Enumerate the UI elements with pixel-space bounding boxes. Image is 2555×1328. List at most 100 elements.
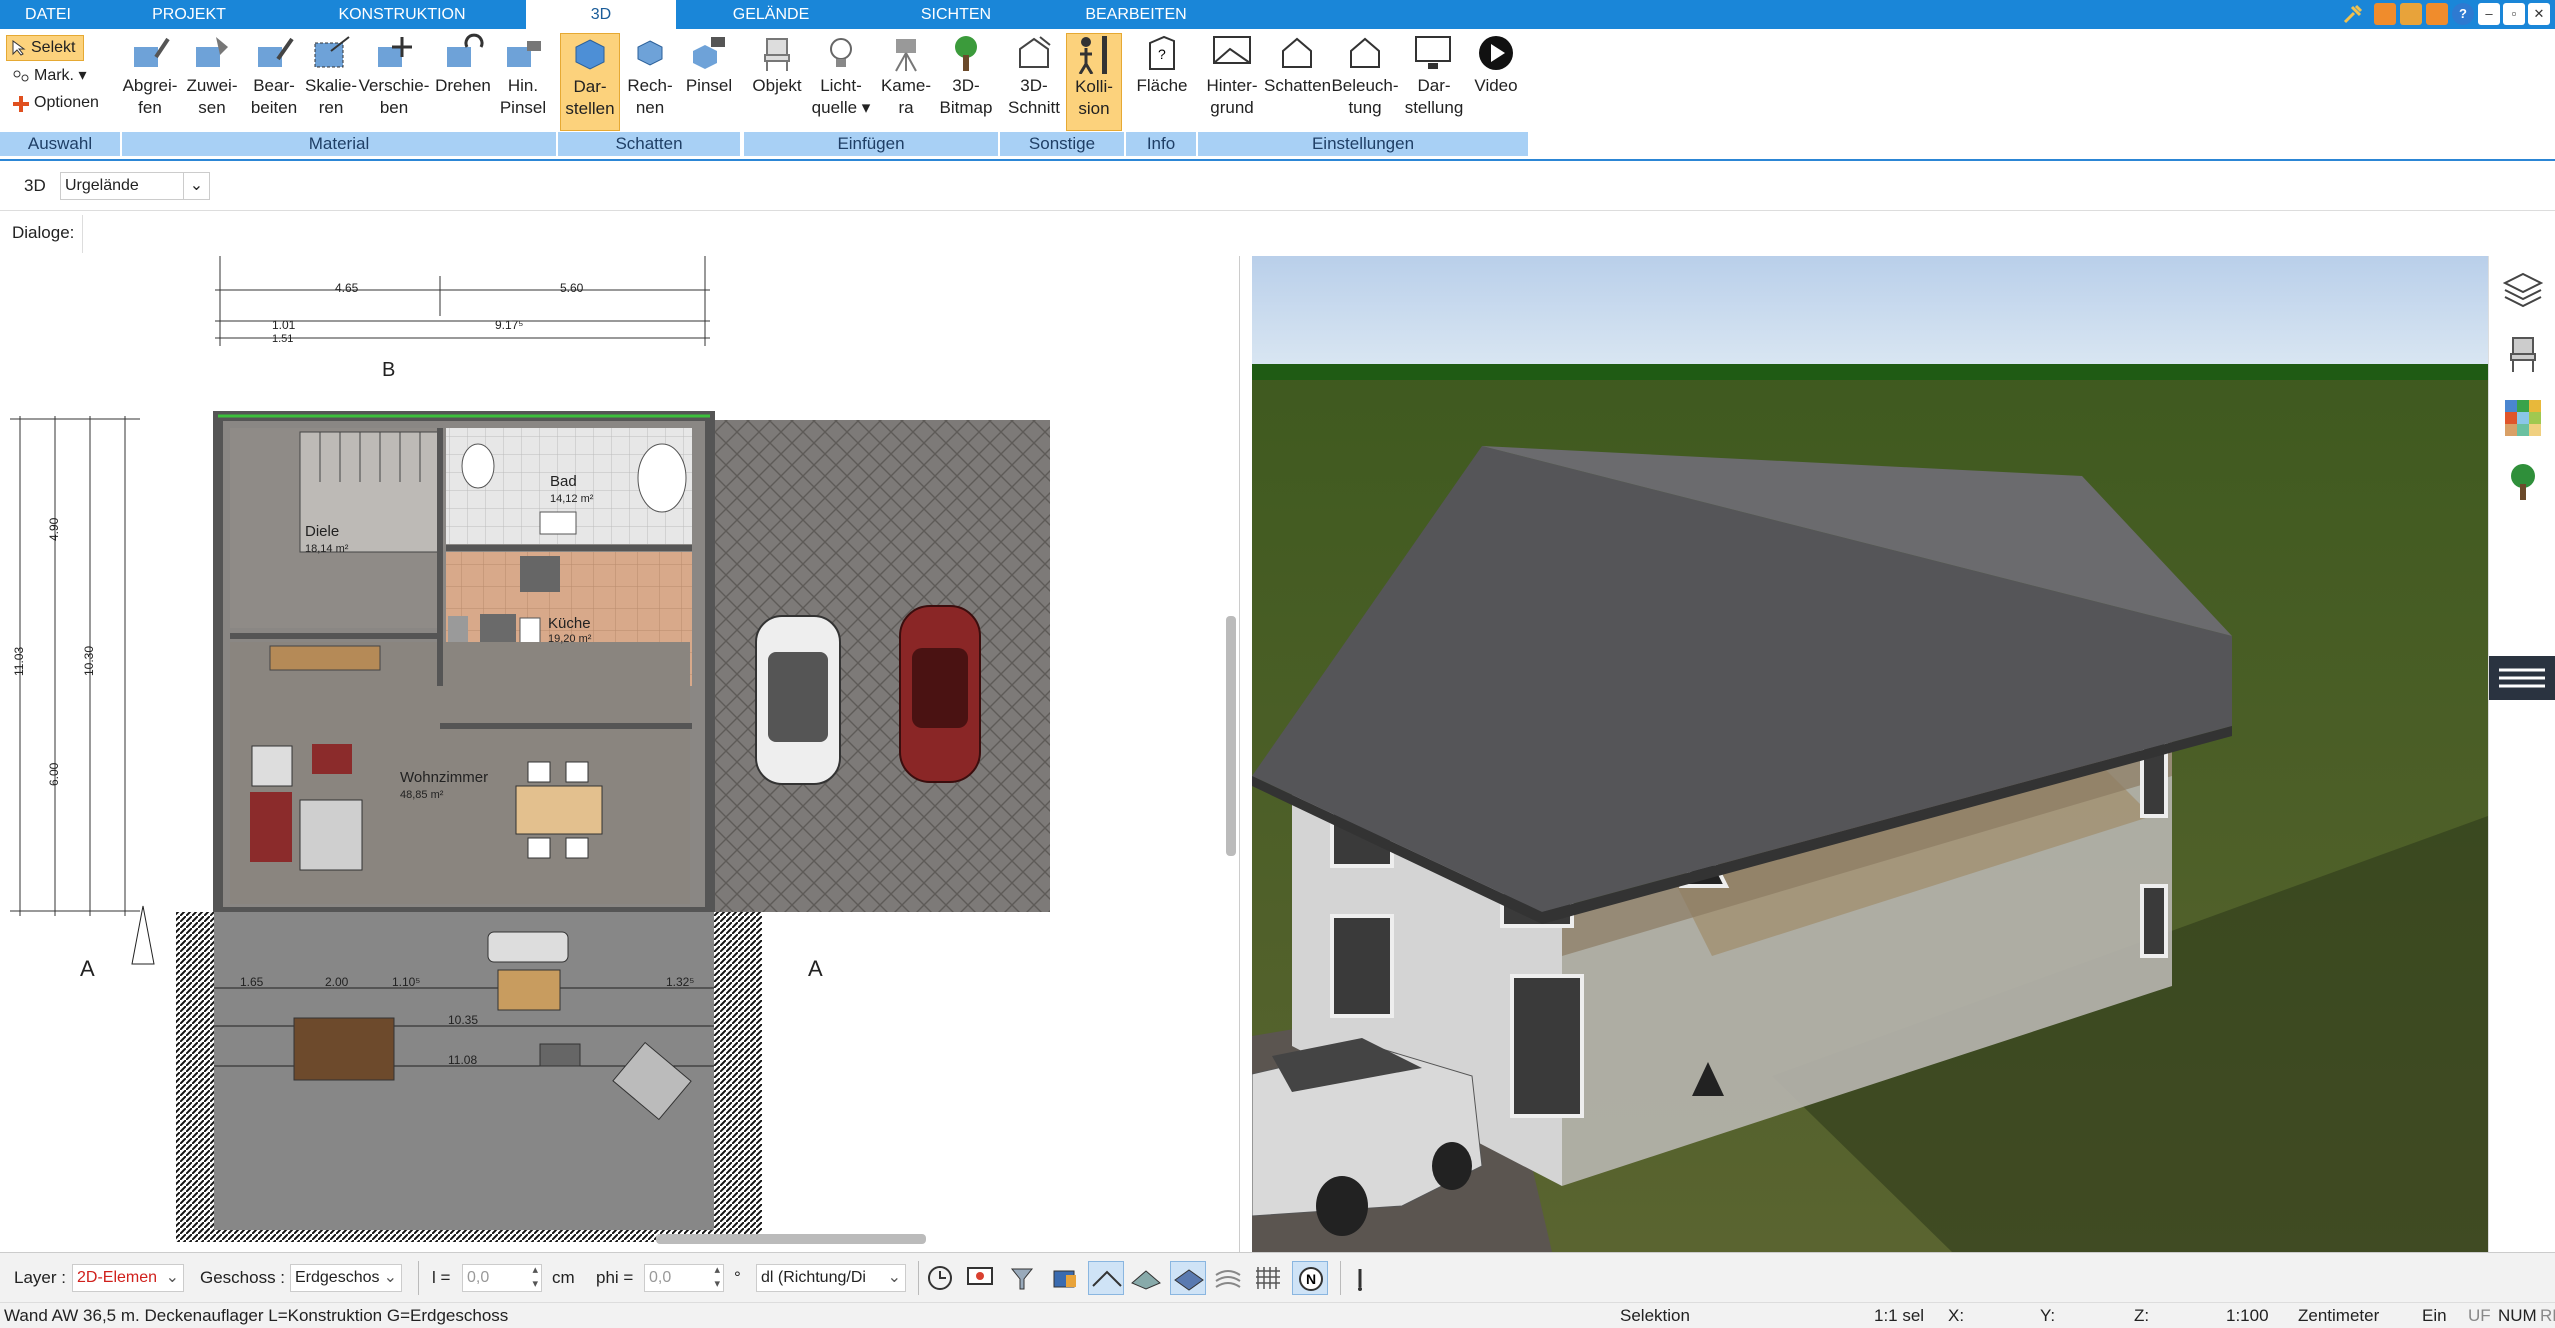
vertical-scrollbar[interactable]	[1226, 616, 1236, 856]
schatten-pinsel-button[interactable]: Pinsel	[680, 33, 738, 97]
layers-toggle-icon[interactable]	[1212, 1263, 1244, 1293]
app-icon[interactable]	[2374, 3, 2396, 25]
lichtquelle-button[interactable]: Licht-quelle ▾	[806, 33, 876, 119]
kollision-label: Kolli-sion	[1075, 77, 1113, 118]
darstellen-button[interactable]: Dar-stellen	[560, 33, 620, 131]
roof-tiles-icon[interactable]	[1130, 1263, 1162, 1293]
flaeche-button[interactable]: ? Fläche	[1132, 33, 1192, 97]
play-icon	[1479, 36, 1513, 70]
direction-select[interactable]: dl (Richtung/Di ⌄	[756, 1264, 906, 1292]
section-label-a-left: A	[80, 956, 95, 981]
app-icon-2[interactable]	[2400, 3, 2422, 25]
materials-icon[interactable]	[2503, 398, 2543, 438]
house-shadow-icon	[1282, 37, 1312, 68]
dim-label: 4.65	[335, 281, 359, 295]
beleuchtung-button[interactable]: Beleuch-tung	[1330, 33, 1400, 119]
kamera-label: Kame-ra	[880, 76, 932, 117]
roof-view-icon[interactable]	[1088, 1261, 1124, 1295]
3d-view[interactable]	[1252, 256, 2488, 1252]
abgreifen-button[interactable]: Abgrei-fen	[120, 33, 180, 119]
layer-select[interactable]: 2D-Elemen ⌄	[72, 1264, 184, 1292]
tab-sichten[interactable]: SICHTEN	[866, 0, 1046, 29]
tab-gelaende[interactable]: GELÄNDE	[676, 0, 866, 29]
tree-icon[interactable]	[2503, 462, 2543, 502]
bearbeiten-button[interactable]: Bear-beiten	[244, 33, 304, 119]
room-area: 18,14 m²	[305, 543, 349, 555]
horizontal-scrollbar[interactable]	[656, 1234, 926, 1244]
rechnen-button[interactable]: Rech-nen	[620, 33, 680, 119]
eyedropper-icon	[134, 37, 170, 67]
hintergrund-button[interactable]: Hinter-grund	[1200, 33, 1264, 119]
tab-3d[interactable]: 3D	[526, 0, 676, 31]
ribbon: Selekt Mark. ▾ Optionen Auswahl Abgrei-f…	[0, 29, 2555, 161]
clock-icon[interactable]	[924, 1263, 956, 1293]
grid-icon[interactable]	[1252, 1263, 1284, 1293]
view-splitter[interactable]	[1240, 256, 1250, 1252]
north-icon[interactable]: N	[1292, 1261, 1328, 1295]
length-input[interactable]: 0,0 ▴ ▾	[462, 1264, 542, 1292]
chair-icon[interactable]	[2503, 334, 2543, 374]
kamera-button[interactable]: Kame-ra	[876, 33, 936, 119]
floor-view-icon[interactable]	[1170, 1261, 1206, 1295]
tab-bearbeiten[interactable]: BEARBEITEN	[1046, 0, 1226, 29]
options-button[interactable]: Optionen	[12, 91, 99, 115]
hin-pinsel-label: Hin. Pinsel	[499, 76, 547, 117]
print-icon[interactable]	[1048, 1263, 1080, 1293]
3d-bitmap-button[interactable]: 3D- Bitmap	[936, 33, 996, 119]
sky	[1252, 256, 2488, 366]
layers-icon[interactable]	[2502, 270, 2544, 310]
zuweisen-label: Zuwei-sen	[186, 76, 238, 117]
group-info: Info	[1126, 132, 1196, 156]
floor-plan-view[interactable]: 4.65 5.60 9.17⁵ 1.01 1.51 4.90 10.30 11.…	[0, 256, 1240, 1252]
tab-projekt[interactable]: PROJEKT	[96, 0, 282, 29]
close-button[interactable]: ✕	[2528, 3, 2550, 25]
room-area: 48,85 m²	[400, 789, 444, 801]
chevron-down-icon: ⌄	[183, 173, 209, 199]
camera-icon	[895, 39, 917, 72]
app-icon-3[interactable]	[2426, 3, 2448, 25]
filter-icon[interactable]	[1006, 1263, 1038, 1293]
group-auswahl: Auswahl	[0, 132, 120, 156]
spinner-icon[interactable]: ▴ ▾	[714, 1263, 720, 1291]
layer-label: Layer :	[14, 1268, 66, 1287]
spinner-icon[interactable]: ▴ ▾	[532, 1263, 538, 1291]
beleuchtung-label: Beleuch-tung	[1331, 76, 1399, 117]
area-icon: ?	[1149, 35, 1175, 70]
monitor-icon[interactable]	[964, 1263, 996, 1293]
phi-input[interactable]: 0,0 ▴ ▾	[644, 1264, 724, 1292]
video-button[interactable]: Video	[1466, 33, 1526, 97]
group-einfuegen: Einfügen	[744, 132, 998, 156]
kollision-button[interactable]: Kolli-sion	[1066, 33, 1122, 131]
3d-schnitt-button[interactable]: 3D- Schnitt	[1004, 33, 1064, 119]
group-einstellungen: Einstellungen	[1198, 132, 1528, 156]
video-label: Video	[1474, 76, 1518, 95]
schatten-pinsel-label: Pinsel	[685, 76, 733, 95]
help-icon[interactable]: ?	[2452, 3, 2474, 25]
restore-button[interactable]: ▫	[2503, 3, 2525, 25]
schatten-settings-label: Schatten	[1264, 76, 1332, 95]
hin-pinsel-button[interactable]: Hin. Pinsel	[494, 33, 552, 119]
tools-icon[interactable]	[2342, 3, 2364, 25]
zuweisen-button[interactable]: Zuwei-sen	[182, 33, 242, 119]
group-sonstige: Sonstige	[1000, 132, 1124, 156]
skalieren-button[interactable]: Skalie-ren	[300, 33, 362, 119]
status-unit: Zentimeter	[2298, 1306, 2380, 1325]
objekt-button[interactable]: Objekt	[748, 33, 806, 97]
mark-button[interactable]: Mark. ▾	[12, 64, 86, 88]
length-value: 0,0	[467, 1269, 490, 1286]
schatten-settings-button[interactable]: Schatten	[1264, 33, 1332, 97]
tab-datei[interactable]: DATEI	[0, 0, 96, 29]
verschieben-button[interactable]: Verschie-ben	[356, 33, 432, 119]
move-icon	[378, 37, 412, 67]
darstellung-button[interactable]: Dar-stellung	[1402, 33, 1466, 119]
select-button[interactable]: Selekt	[6, 35, 84, 61]
dim-label: 6.00	[47, 762, 61, 786]
geschoss-select[interactable]: Erdgeschos ⌄	[290, 1264, 402, 1292]
status-uf: UF	[2468, 1306, 2491, 1325]
minimize-button[interactable]: –	[2478, 3, 2500, 25]
panel-toggle-button[interactable]	[2489, 656, 2555, 700]
more-options-icon[interactable]	[1350, 1263, 1370, 1293]
tab-konstruktion[interactable]: KONSTRUKTION	[282, 0, 522, 29]
drehen-button[interactable]: Drehen	[432, 33, 494, 97]
terrain-dropdown[interactable]: Urgelände ⌄	[60, 172, 210, 200]
